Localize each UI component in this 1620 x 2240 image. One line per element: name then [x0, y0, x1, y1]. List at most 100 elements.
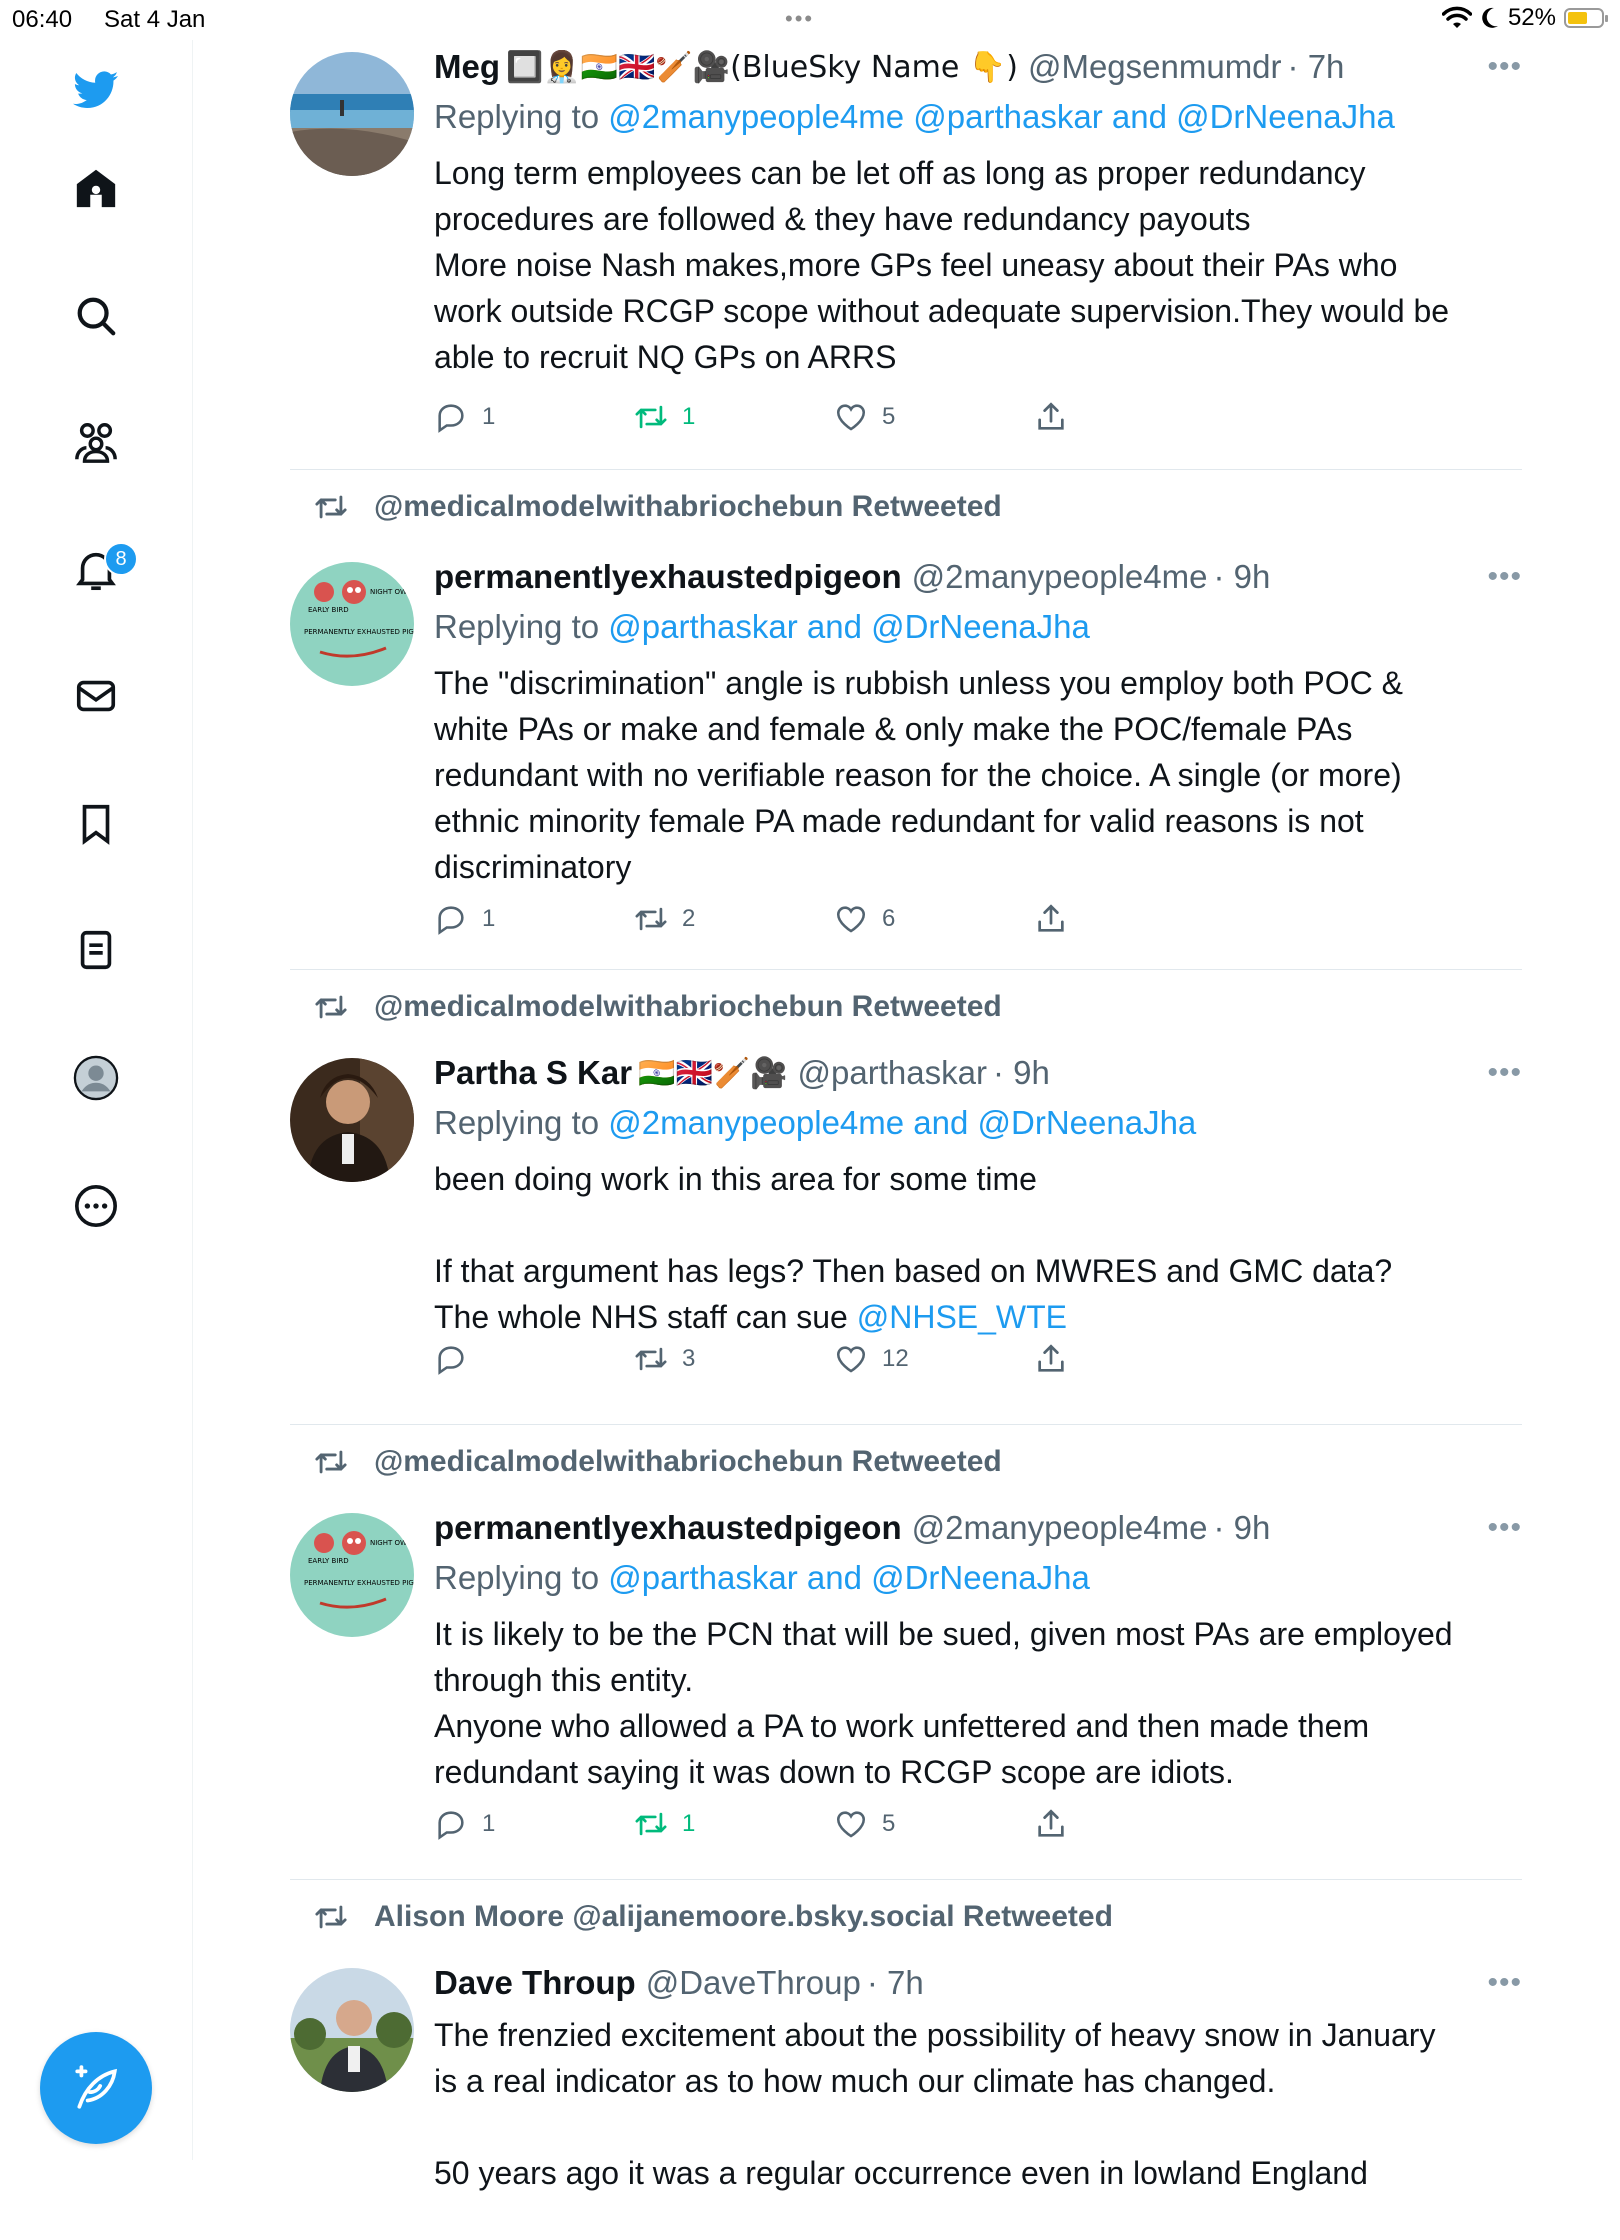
tweet-time[interactable]: · 9h: [1213, 1509, 1270, 1547]
text-line: redundant with no verifiable reason for …: [434, 757, 1402, 793]
battery-percent: 52%: [1507, 4, 1556, 31]
like-button[interactable]: 5: [834, 400, 895, 434]
like-button[interactable]: 6: [834, 902, 895, 936]
retweet-count: 2: [682, 905, 696, 932]
tweet-time[interactable]: · 7h: [867, 1964, 924, 2002]
like-button[interactable]: 5: [834, 1807, 895, 1841]
replying-to-users[interactable]: @2manypeople4me and @DrNeenaJha: [608, 1104, 1196, 1141]
retweet-button[interactable]: 3: [634, 1342, 695, 1376]
retweeted-by[interactable]: @medicalmodelwithabriochebun Retweeted: [315, 1445, 1002, 1479]
tweet-text: It is likely to be the PCN that will be …: [434, 1611, 1524, 1795]
avatar[interactable]: EARLY BIRD NIGHT OWL PERMANENTLY EXHAUST…: [290, 1513, 414, 1637]
text-line: white PAs or make and female & only make…: [434, 711, 1353, 747]
reply-button[interactable]: 1: [434, 400, 495, 434]
reply-button[interactable]: [434, 1342, 482, 1376]
tweet[interactable]: Meg 🔲👩‍⚕️🇮🇳🇬🇧🏏🎥(BlueSky Name 👇) @Megsenm…: [290, 40, 1522, 470]
user-handle[interactable]: @DaveThroup: [646, 1964, 861, 2002]
share-icon: [1038, 1344, 1064, 1372]
more-options-icon[interactable]: [66, 1176, 126, 1236]
avatar[interactable]: [290, 52, 414, 176]
tweet-actions: 1 1 5: [434, 1807, 1134, 1847]
avatar-text-night: NIGHT OWL: [370, 1539, 411, 1547]
twitter-logo-icon[interactable]: [66, 60, 126, 120]
retweet-icon: [635, 1347, 667, 1371]
communities-icon[interactable]: [66, 412, 126, 472]
display-name[interactable]: Meg: [434, 48, 500, 86]
display-name[interactable]: Partha S Kar: [434, 1054, 632, 1092]
profile-avatar-icon[interactable]: [66, 1048, 126, 1108]
reply-icon: [438, 1346, 464, 1375]
more-menu-icon[interactable]: •••: [1487, 1966, 1522, 2000]
tweet-text: The frenzied excitement about the possib…: [434, 2012, 1524, 2196]
more-menu-icon[interactable]: •••: [1487, 1056, 1522, 1090]
tweet-header: permanentlyexhaustedpigeon @2manypeople4…: [434, 1509, 1512, 1547]
tweet-header: Meg 🔲👩‍⚕️🇮🇳🇬🇧🏏🎥(BlueSky Name 👇) @Megsenm…: [434, 48, 1512, 86]
text-line: The "discrimination" angle is rubbish un…: [434, 665, 1403, 701]
messages-icon[interactable]: [66, 666, 126, 726]
like-button[interactable]: 12: [834, 1342, 909, 1376]
sidebar: 8: [0, 40, 193, 2160]
more-menu-icon[interactable]: •••: [1487, 560, 1522, 594]
retweet-button[interactable]: 1: [634, 1807, 695, 1841]
text-line: through this entity.: [434, 1662, 694, 1698]
tweet-text: The "discrimination" angle is rubbish un…: [434, 660, 1524, 890]
user-handle[interactable]: @2manypeople4me: [912, 1509, 1208, 1547]
retweet-icon: [635, 1812, 667, 1836]
share-button[interactable]: [1034, 902, 1068, 936]
avatar[interactable]: [290, 1058, 414, 1182]
tweet-header: Dave Throup @DaveThroup · 7h: [434, 1964, 1512, 2002]
avatar[interactable]: EARLY BIRD NIGHT OWL PERMANENTLY EXHAUST…: [290, 562, 414, 686]
text-line: The whole NHS staff can sue @NHSE_WTE: [434, 1294, 1524, 1340]
display-name[interactable]: Dave Throup: [434, 1964, 636, 2002]
user-handle[interactable]: @2manypeople4me: [912, 558, 1208, 596]
lists-icon[interactable]: [66, 920, 126, 980]
more-menu-icon[interactable]: •••: [1487, 1511, 1522, 1545]
user-handle[interactable]: @parthaskar: [798, 1054, 987, 1092]
tweet[interactable]: @medicalmodelwithabriochebun Retweeted E…: [290, 470, 1522, 970]
text-line: [434, 2104, 1524, 2150]
text-line: The frenzied excitement about the possib…: [434, 2017, 1436, 2053]
home-icon[interactable]: [66, 158, 126, 218]
user-handle[interactable]: @Megsenmumdr: [1028, 48, 1282, 86]
heart-icon: [836, 404, 866, 431]
share-button[interactable]: [1034, 1807, 1068, 1841]
like-count: 5: [882, 1810, 896, 1837]
retweeted-by[interactable]: @medicalmodelwithabriochebun Retweeted: [315, 490, 1002, 524]
reply-icon: [438, 1811, 464, 1840]
replying-to-users[interactable]: @parthaskar and @DrNeenaJha: [608, 1559, 1090, 1596]
share-icon: [1038, 402, 1064, 430]
tweet[interactable]: @medicalmodelwithabriochebun Retweeted P…: [290, 970, 1522, 1425]
replying-to-users[interactable]: @2manypeople4me @parthaskar and @DrNeena…: [608, 98, 1395, 135]
tweet-time[interactable]: · 7h: [1288, 48, 1345, 86]
retweeted-by[interactable]: Alison Moore @alijanemoore.bsky.social R…: [315, 1900, 1113, 1934]
replying-to: Replying to @parthaskar and @DrNeenaJha: [434, 1559, 1090, 1597]
mention-link[interactable]: @NHSE_WTE: [857, 1299, 1067, 1335]
like-count: 12: [882, 1345, 909, 1372]
tweet-time[interactable]: · 9h: [993, 1054, 1050, 1092]
tweet-time[interactable]: · 9h: [1213, 558, 1270, 596]
text-line: been doing work in this area for some ti…: [434, 1161, 1037, 1197]
retweeted-by[interactable]: @medicalmodelwithabriochebun Retweeted: [315, 990, 1002, 1024]
display-name[interactable]: permanentlyexhaustedpigeon: [434, 1509, 902, 1547]
notifications-bell-icon[interactable]: 8: [66, 540, 138, 600]
reply-button[interactable]: 1: [434, 902, 495, 936]
replying-to-users[interactable]: @parthaskar and @DrNeenaJha: [608, 608, 1090, 645]
bookmarks-icon[interactable]: [66, 794, 126, 854]
display-name[interactable]: permanentlyexhaustedpigeon: [434, 558, 902, 596]
more-menu-icon[interactable]: •••: [1487, 50, 1522, 84]
reply-button[interactable]: 1: [434, 1807, 495, 1841]
share-button[interactable]: [1034, 1342, 1068, 1376]
multitasking-dots[interactable]: •••: [785, 6, 814, 32]
replying-to: Replying to @parthaskar and @DrNeenaJha: [434, 608, 1090, 646]
retweet-icon: [315, 1450, 347, 1474]
avatar[interactable]: [290, 1968, 414, 2092]
like-count: 5: [882, 403, 896, 430]
share-button[interactable]: [1034, 400, 1068, 434]
tweet[interactable]: Alison Moore @alijanemoore.bsky.social R…: [290, 1880, 1522, 2240]
replying-to: Replying to @2manypeople4me @parthaskar …: [434, 98, 1395, 136]
retweet-button[interactable]: 2: [634, 902, 695, 936]
retweet-button[interactable]: 1: [634, 400, 695, 434]
compose-tweet-button[interactable]: [40, 2032, 152, 2144]
tweet[interactable]: @medicalmodelwithabriochebun Retweeted E…: [290, 1425, 1522, 1880]
search-icon[interactable]: [66, 286, 126, 346]
